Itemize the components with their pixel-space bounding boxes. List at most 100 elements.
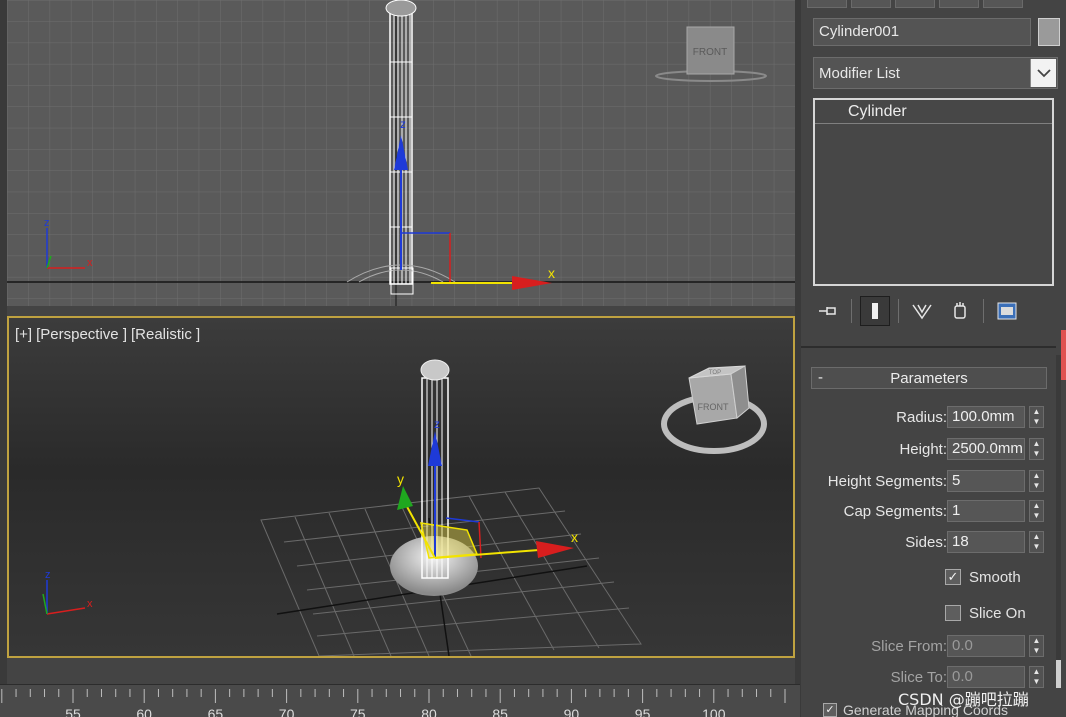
scroll-indicator xyxy=(1061,330,1066,380)
radius-spinner[interactable]: ▲ ▼ xyxy=(1029,406,1044,428)
height-segments-input[interactable]: 5 xyxy=(947,470,1025,492)
tab-display[interactable] xyxy=(983,0,1023,8)
sides-spinner[interactable]: ▲ ▼ xyxy=(1029,531,1044,553)
remove-modifier-icon[interactable] xyxy=(945,296,975,326)
show-end-result-icon[interactable] xyxy=(860,296,890,326)
radius-input[interactable]: 100.0mm xyxy=(947,406,1025,428)
move-gizmo-perspective[interactable]: x y z xyxy=(397,417,578,559)
tool-separator xyxy=(898,299,899,323)
slice-to-input[interactable]: 0.0 xyxy=(947,666,1025,688)
app-window: x z FRONT z x x y z FRONT TOP z x [+] [P… xyxy=(0,0,1066,717)
height-input[interactable]: 2500.0mm xyxy=(947,438,1025,460)
cap-segments-input[interactable]: 1 xyxy=(947,500,1025,522)
smooth-checkbox[interactable]: ✓ xyxy=(945,569,961,585)
slice-to-label: Slice To: xyxy=(890,669,947,686)
spin-down-icon[interactable]: ▼ xyxy=(1030,542,1043,552)
perspective-viewport[interactable]: x y z FRONT TOP z x [+] [Perspective] [… xyxy=(7,316,795,658)
scrollbar-thumb[interactable] xyxy=(1056,660,1061,688)
front-viewport[interactable]: x z FRONT z x xyxy=(7,0,795,306)
timeline-frame-label: 60 xyxy=(136,706,152,717)
object-color-swatch[interactable] xyxy=(1038,18,1060,46)
persp-gizmo-z-label: z xyxy=(434,417,440,431)
timeline-frame-label: 85 xyxy=(492,706,508,717)
tab-motion[interactable] xyxy=(939,0,979,8)
tab-hierarchy[interactable] xyxy=(895,0,935,8)
timeline-frame-label: 95 xyxy=(634,706,651,717)
watermark: CSDN @蹦吧拉蹦 xyxy=(898,690,1029,709)
make-unique-icon[interactable] xyxy=(907,296,937,326)
perspective-viewcube[interactable]: FRONT TOP xyxy=(661,365,767,454)
configure-modifier-sets-icon[interactable] xyxy=(992,296,1022,326)
slice-to-spinner[interactable]: ▲ ▼ xyxy=(1029,666,1044,688)
command-panel: Cylinder001 Modifier List Cylinder - Par… xyxy=(801,0,1066,717)
smooth-label: Smooth xyxy=(969,568,1021,586)
panel-divider xyxy=(801,346,1056,348)
height-segments-label: Height Segments: xyxy=(827,473,947,490)
spin-up-icon[interactable]: ▲ xyxy=(1030,439,1043,449)
height-spinner[interactable]: ▲ ▼ xyxy=(1029,438,1044,460)
front-tripod-x: x xyxy=(87,257,93,269)
tab-modify[interactable] xyxy=(851,0,891,8)
spin-up-icon[interactable]: ▲ xyxy=(1030,532,1043,542)
modifier-list-dropdown[interactable]: Modifier List xyxy=(813,57,1058,89)
spin-up-icon[interactable]: ▲ xyxy=(1030,636,1043,646)
spin-down-icon[interactable]: ▼ xyxy=(1030,646,1043,656)
param-radius: Radius: 100.0mm ▲ ▼ xyxy=(809,406,1049,430)
cap-segments-spinner[interactable]: ▲ ▼ xyxy=(1029,500,1044,522)
generate-mapping-checkbox[interactable]: ✓ xyxy=(823,703,837,717)
spin-down-icon[interactable]: ▼ xyxy=(1030,511,1043,521)
slice-from-label: Slice From: xyxy=(871,638,947,655)
param-slice-from: Slice From: 0.0 ▲ ▼ xyxy=(809,635,1049,659)
front-viewcube-label: FRONT xyxy=(693,47,727,58)
viewport-menu-shading[interactable]: [Realistic ] xyxy=(131,326,200,343)
pin-stack-icon[interactable] xyxy=(813,296,843,326)
tool-separator xyxy=(983,299,984,323)
command-panel-scrollbar[interactable] xyxy=(1056,355,1061,688)
stack-toolbar xyxy=(813,294,1058,328)
slice-from-spinner[interactable]: ▲ ▼ xyxy=(1029,635,1044,657)
timeline-frame-label: 90 xyxy=(563,706,580,717)
persp-gizmo-y-label: y xyxy=(397,471,404,487)
stack-item-cylinder[interactable]: Cylinder xyxy=(815,100,1052,124)
front-viewport-canvas: x z FRONT z x xyxy=(7,0,795,306)
perspective-axis-tripod: z x xyxy=(42,569,93,615)
param-height-segments: Height Segments: 5 ▲ ▼ xyxy=(809,470,1049,494)
spin-up-icon[interactable]: ▲ xyxy=(1030,667,1043,677)
tab-create[interactable] xyxy=(807,0,847,8)
timeline-frame-label: 65 xyxy=(207,706,224,717)
persp-tripod-z: z xyxy=(45,569,51,581)
slice-on-checkbox[interactable] xyxy=(945,605,961,621)
chevron-down-icon[interactable] xyxy=(1030,59,1056,87)
spin-down-icon[interactable]: ▼ xyxy=(1030,677,1043,687)
sides-input[interactable]: 18 xyxy=(947,531,1025,553)
smooth-checkbox-row[interactable]: ✓ Smooth xyxy=(945,566,1021,588)
persp-tripod-x: x xyxy=(87,598,93,610)
radius-label: Radius: xyxy=(896,409,947,426)
slice-from-input[interactable]: 0.0 xyxy=(947,635,1025,657)
viewport-menu-plus[interactable]: [+] xyxy=(15,326,32,343)
spin-down-icon[interactable]: ▼ xyxy=(1030,417,1043,427)
tool-separator xyxy=(851,299,852,323)
param-sides: Sides: 18 ▲ ▼ xyxy=(809,531,1049,555)
left-gutter xyxy=(0,0,7,717)
object-name-field[interactable]: Cylinder001 xyxy=(813,18,1031,46)
persp-gizmo-x-label: x xyxy=(571,529,578,545)
spin-up-icon[interactable]: ▲ xyxy=(1030,501,1043,511)
spin-down-icon[interactable]: ▼ xyxy=(1030,449,1043,459)
persp-viewcube-top: TOP xyxy=(709,370,721,376)
rollout-title: Parameters xyxy=(890,370,968,387)
slice-on-checkbox-row[interactable]: Slice On xyxy=(945,602,1026,624)
param-cap-segments: Cap Segments: 1 ▲ ▼ xyxy=(809,500,1049,524)
timeline-ruler[interactable]: 55 60 65 70 75 80 85 90 95 100 xyxy=(0,684,800,717)
spin-up-icon[interactable]: ▲ xyxy=(1030,471,1043,481)
front-tripod-z: z xyxy=(44,217,50,229)
spin-up-icon[interactable]: ▲ xyxy=(1030,407,1043,417)
spin-down-icon[interactable]: ▼ xyxy=(1030,481,1043,491)
viewport-menu-view[interactable]: [Perspective ] xyxy=(36,326,127,343)
height-label: Height: xyxy=(899,441,947,458)
modifier-stack[interactable]: Cylinder xyxy=(813,98,1054,286)
parameters-rollout-header[interactable]: - Parameters xyxy=(811,367,1047,389)
timeline-frame-label: 80 xyxy=(421,706,437,717)
cap-segments-label: Cap Segments: xyxy=(843,503,947,520)
height-segments-spinner[interactable]: ▲ ▼ xyxy=(1029,470,1044,492)
